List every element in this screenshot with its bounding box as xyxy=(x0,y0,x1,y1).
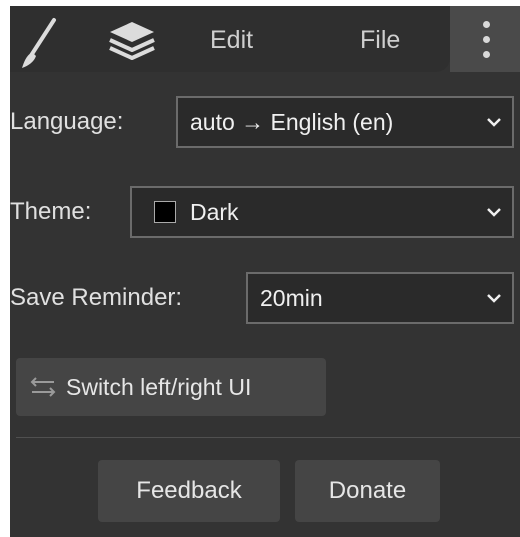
tab-layers[interactable] xyxy=(106,20,158,60)
tab-file[interactable]: File xyxy=(360,24,400,56)
more-vertical-icon xyxy=(483,51,490,58)
chevron-down-icon xyxy=(487,118,501,127)
theme-select[interactable]: Dark xyxy=(130,186,514,238)
layers-icon xyxy=(109,22,155,60)
brush-icon xyxy=(22,18,56,68)
swap-arrows-icon xyxy=(30,377,56,397)
save-reminder-select[interactable]: 20min xyxy=(246,272,514,324)
settings-panel: Edit File Language: auto → English (en) … xyxy=(10,6,520,537)
save-reminder-value: 20min xyxy=(260,284,323,311)
language-value: auto → English (en) xyxy=(190,108,394,135)
chevron-down-icon xyxy=(487,208,501,217)
tab-bar: Edit File xyxy=(10,6,520,72)
save-reminder-row: Save Reminder: 20min xyxy=(10,270,520,326)
save-reminder-label: Save Reminder: xyxy=(10,284,183,311)
theme-row: Theme: Dark xyxy=(10,184,520,240)
tab-brush[interactable] xyxy=(18,16,62,70)
feedback-button[interactable]: Feedback xyxy=(98,460,280,522)
more-vertical-icon xyxy=(483,21,490,28)
theme-value: Dark xyxy=(190,198,239,225)
switch-left-right-ui-button[interactable]: Switch left/right UI xyxy=(16,358,326,416)
language-row: Language: auto → English (en) xyxy=(10,94,520,150)
chevron-down-icon xyxy=(487,294,501,303)
tab-edit[interactable]: Edit xyxy=(210,24,253,56)
more-vertical-icon xyxy=(483,36,490,43)
switch-ui-label: Switch left/right UI xyxy=(66,373,252,400)
theme-label: Theme: xyxy=(10,198,92,225)
language-select[interactable]: auto → English (en) xyxy=(176,96,514,148)
divider xyxy=(16,437,520,438)
tab-more[interactable] xyxy=(450,6,520,72)
theme-color-swatch xyxy=(154,201,176,223)
language-label: Language: xyxy=(10,108,124,135)
donate-button[interactable]: Donate xyxy=(295,460,440,522)
